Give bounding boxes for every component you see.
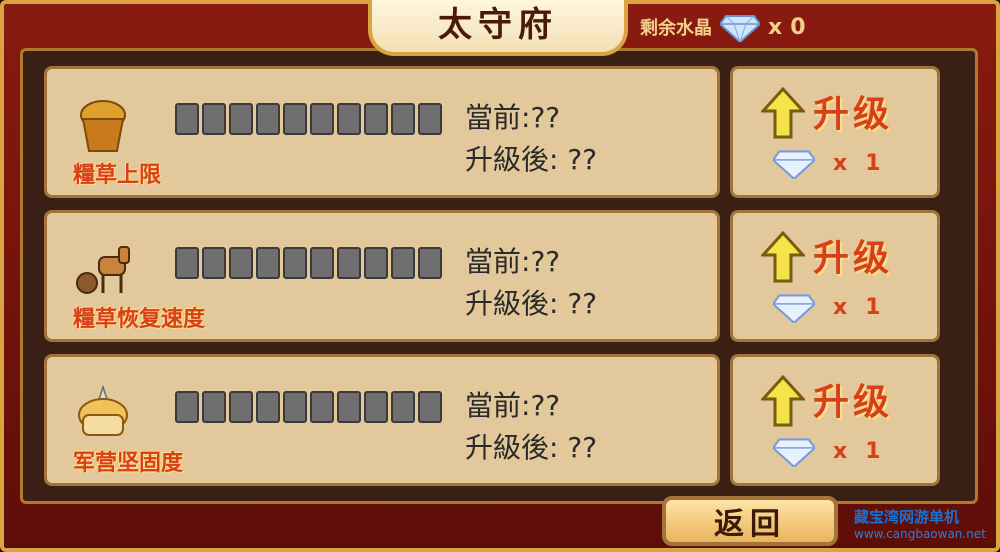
- cost-times: x: [833, 294, 848, 320]
- progress-segment: [256, 103, 280, 135]
- progress-segment: [175, 103, 199, 135]
- progress-segment: [283, 391, 307, 423]
- row-info: 當前:?? 升級後: ??: [465, 241, 597, 325]
- progress-segment: [283, 103, 307, 135]
- page-title: 太守府: [438, 5, 558, 45]
- next-label: 升級後:: [465, 431, 559, 464]
- upgrade-button-grain-recovery[interactable]: 升级 x 1: [730, 210, 940, 342]
- next-label: 升級後:: [465, 143, 559, 176]
- row-label: 军营坚固度: [73, 451, 184, 476]
- current-label: 當前:: [465, 389, 531, 422]
- upgrade-cost: x 1: [773, 291, 881, 323]
- progress-segment: [202, 103, 226, 135]
- diamond-icon: [773, 150, 815, 179]
- progress-bar: [175, 247, 442, 279]
- upgrade-label: 升级: [813, 94, 894, 135]
- back-button-label: 返回: [714, 507, 786, 542]
- cost-times: x: [833, 438, 848, 464]
- current-value: ??: [530, 389, 561, 422]
- progress-segment: [391, 391, 415, 423]
- progress-segment: [418, 103, 442, 135]
- upgrade-label: 升级: [813, 238, 894, 279]
- crystal-counter: 剩余水晶 x 0: [640, 10, 860, 44]
- progress-segment: [364, 103, 388, 135]
- current-value: ??: [530, 101, 561, 134]
- row-info: 當前:?? 升級後: ??: [465, 385, 597, 469]
- progress-segment: [256, 247, 280, 279]
- progress-segment: [391, 103, 415, 135]
- progress-segment: [337, 247, 361, 279]
- upgrade-cost: x 1: [773, 147, 881, 179]
- upgrade-row-grain-limit: 糧草上限 當前:?? 升級後: ??: [44, 66, 720, 198]
- upgrade-cost: x 1: [773, 435, 881, 467]
- progress-segment: [391, 247, 415, 279]
- back-button[interactable]: 返回: [662, 496, 838, 546]
- crystal-count: 0: [790, 14, 806, 40]
- diamond-icon: [720, 15, 760, 42]
- progress-segment: [337, 103, 361, 135]
- progress-segment: [310, 391, 334, 423]
- next-value: ??: [567, 143, 598, 176]
- next-value: ??: [567, 431, 598, 464]
- progress-segment: [202, 391, 226, 423]
- cost-times: x: [833, 150, 848, 176]
- progress-segment: [256, 391, 280, 423]
- camp-tent-icon: [78, 385, 128, 436]
- upgrade-button-camp-durability[interactable]: 升级 x 1: [730, 354, 940, 486]
- progress-segment: [364, 247, 388, 279]
- row-info: 當前:?? 升級後: ??: [465, 97, 597, 181]
- progress-segment: [175, 247, 199, 279]
- diamond-icon: [773, 438, 815, 467]
- progress-segment: [229, 391, 253, 423]
- progress-segment: [202, 247, 226, 279]
- progress-segment: [310, 247, 334, 279]
- current-label: 當前:: [465, 101, 531, 134]
- watermark-line1: 藏宝湾网游单机: [854, 508, 960, 526]
- watermark-line2: www.cangbaowan.net: [854, 527, 986, 541]
- grain-basket-icon: [80, 100, 126, 152]
- progress-segment: [418, 247, 442, 279]
- title-plate: 太守府: [368, 0, 628, 56]
- crystal-label: 剩余水晶: [640, 18, 712, 39]
- up-arrow-icon: [761, 375, 805, 427]
- progress-segment: [229, 247, 253, 279]
- watermark: 藏宝湾网游单机 www.cangbaowan.net: [854, 506, 1000, 541]
- progress-segment: [283, 247, 307, 279]
- next-label: 升級後:: [465, 287, 559, 320]
- progress-segment: [175, 391, 199, 423]
- progress-segment: [337, 391, 361, 423]
- progress-segment: [310, 103, 334, 135]
- upgrade-label: 升级: [813, 382, 894, 423]
- progress-segment: [418, 391, 442, 423]
- next-value: ??: [567, 287, 598, 320]
- row-label: 糧草恢复速度: [73, 307, 206, 332]
- up-arrow-icon: [761, 231, 805, 283]
- progress-segment: [364, 391, 388, 423]
- upgrade-row-camp-durability: 军营坚固度 當前:?? 升級後: ??: [44, 354, 720, 486]
- progress-segment: [229, 103, 253, 135]
- horse-cart-icon: [76, 246, 130, 294]
- cost-value: 1: [865, 150, 881, 176]
- progress-bar: [175, 391, 442, 423]
- up-arrow-icon: [761, 87, 805, 139]
- diamond-icon: [773, 294, 815, 323]
- current-value: ??: [530, 245, 561, 278]
- progress-bar: [175, 103, 442, 135]
- crystal-times: x: [768, 14, 783, 40]
- cost-value: 1: [865, 438, 881, 464]
- upgrade-row-grain-recovery: 糧草恢复速度 當前:?? 升級後: ??: [44, 210, 720, 342]
- row-label: 糧草上限: [73, 163, 162, 188]
- upgrade-button-grain-limit[interactable]: 升级 x 1: [730, 66, 940, 198]
- cost-value: 1: [865, 294, 881, 320]
- current-label: 當前:: [465, 245, 531, 278]
